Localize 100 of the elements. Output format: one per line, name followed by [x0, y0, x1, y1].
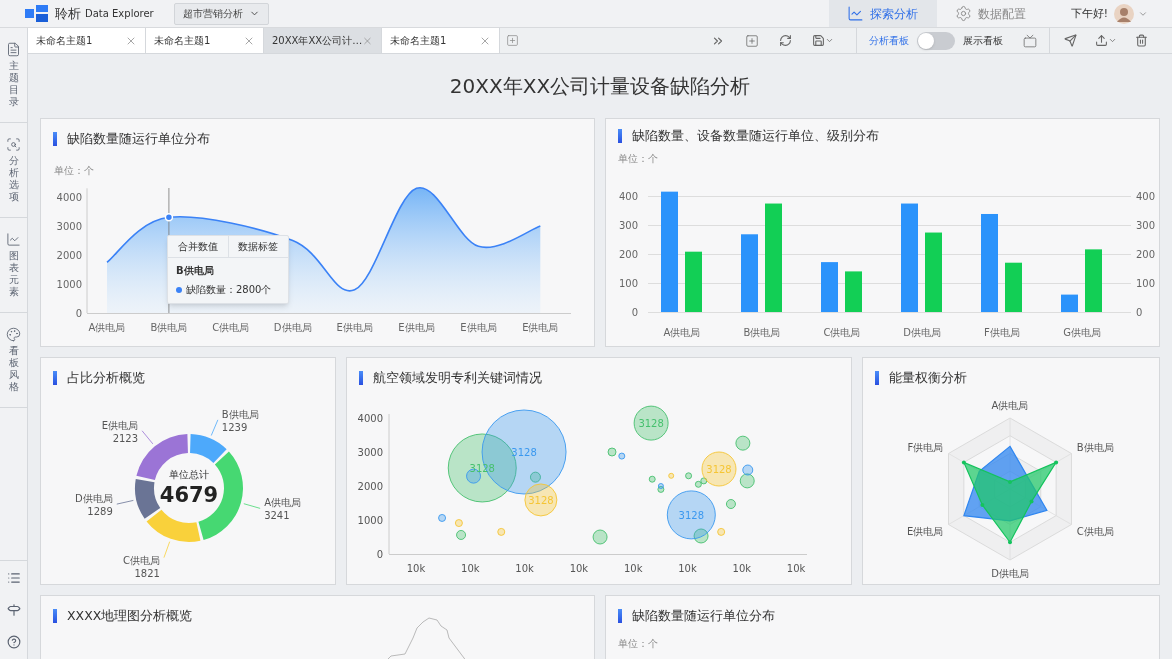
trash-icon[interactable] [1135, 34, 1148, 47]
sidebar-button[interactable]: 看板风格 [3, 327, 24, 393]
bar [1085, 249, 1102, 312]
bubble [726, 499, 736, 509]
title-marker [359, 371, 363, 385]
bar [685, 251, 702, 312]
y-tick-label: 4000 [56, 192, 82, 203]
list-icon[interactable] [6, 571, 21, 585]
share-icon[interactable] [1095, 34, 1117, 47]
unit-label: 单位：个 [618, 153, 658, 165]
x-tick-label: B供电局 [743, 327, 781, 338]
document-tab[interactable]: 未命名主题1 [382, 28, 500, 53]
x-tick-label: G供电局 [1063, 327, 1101, 338]
leader-line [243, 503, 261, 509]
tooltip-tab[interactable]: 合并数值 [168, 236, 228, 257]
bar [845, 271, 862, 312]
card-title: 缺陷数量、设备数量随运行单位、级别分布 [632, 126, 879, 145]
y-tick-label: 200 [618, 249, 638, 260]
tooltip-value: 缺陷数量：2800个 [186, 283, 272, 297]
document-tab[interactable]: 未命名主题1 [146, 28, 264, 53]
x-tick-label: F供电局 [984, 327, 1020, 338]
leader-line [163, 541, 171, 559]
tooltip-tab[interactable]: 数据标签 [227, 236, 288, 257]
sidebar-button[interactable]: 分析选项 [3, 137, 24, 203]
x-tick-label: 10k [515, 563, 534, 574]
axis-label: C供电局 [1076, 526, 1114, 537]
leader-line [116, 500, 134, 505]
title-marker [53, 609, 57, 623]
y-tick-label: 0 [631, 307, 638, 318]
add-icon[interactable] [745, 33, 759, 48]
y-tick-label: 3000 [357, 447, 383, 458]
x-tick-label: E供电局 [336, 322, 373, 333]
sidebar-icon [6, 137, 21, 152]
y-tick-label: 4000 [357, 413, 383, 424]
document-tab[interactable]: 未命名主题1 [28, 28, 146, 53]
sidebar-button[interactable]: 图表元素 [3, 232, 24, 298]
axis-label: D供电局 [991, 568, 1029, 579]
x-tick-label: D供电局 [903, 327, 941, 338]
bubble-label: 3128 [469, 463, 495, 474]
logo-icon [25, 4, 49, 23]
axis-label: E供电局 [906, 526, 944, 537]
signpost-icon[interactable] [6, 603, 21, 617]
unit-label: 单位：个 [54, 165, 94, 176]
data-point[interactable] [164, 213, 174, 222]
bubble-label: 3128 [706, 464, 732, 475]
x-tick-label: C供电局 [212, 322, 250, 333]
x-tick-label: A供电局 [663, 327, 701, 338]
x-tick-label: 10k [678, 563, 697, 574]
bubble-label: 3128 [638, 418, 664, 430]
x-tick-label: 10k [732, 563, 752, 574]
tooltip-title: B供电局 [176, 264, 215, 278]
title-marker [53, 371, 57, 385]
bubble [739, 473, 755, 489]
x-tick-label: 10k [786, 563, 806, 574]
y-tick-label: 300 [618, 220, 638, 231]
y-tick-label: 400 [618, 191, 638, 202]
title-marker [875, 371, 879, 385]
center-value: 4679 [159, 483, 219, 507]
chart-icon [847, 5, 865, 22]
y-tick-label: 0 [75, 308, 82, 319]
bubble-label: 3128 [511, 447, 537, 458]
settings-icon [955, 5, 973, 22]
send-icon[interactable] [1064, 34, 1077, 47]
view-toggle[interactable] [917, 31, 955, 50]
x-tick-label: E供电局 [522, 322, 559, 333]
sidebar-button[interactable]: 主题目录 [3, 42, 24, 108]
slice-value: 1289 [87, 506, 113, 518]
add-tab-icon[interactable] [506, 34, 519, 47]
unit-label: 单位：个 [618, 637, 658, 651]
x-tick-label: 10k [406, 563, 426, 574]
screen-icon[interactable] [1023, 33, 1037, 48]
card-title: 航空领域发明专利关键词情况 [373, 368, 542, 387]
avatar[interactable] [1114, 3, 1134, 24]
project-dropdown[interactable]: 超市营销分析 [173, 2, 269, 25]
y-tick-label: 300 [1136, 220, 1156, 231]
help-icon[interactable] [6, 635, 21, 649]
sidebar-icon [6, 42, 21, 57]
save-icon[interactable] [812, 34, 834, 47]
title-marker [618, 129, 622, 143]
refresh-icon[interactable] [779, 34, 792, 47]
slice-value: 1239 [221, 421, 248, 433]
view-mode-tab[interactable]: 展示看板 [963, 33, 1003, 48]
view-mode-tab[interactable]: 分析看板 [869, 33, 909, 48]
slice-label: B供电局 [221, 408, 259, 420]
bubble-label: 3128 [528, 494, 554, 506]
sidebar-icon [6, 232, 21, 247]
nav-tab[interactable]: 探索分析 [828, 0, 937, 27]
bubble [633, 405, 669, 441]
dashboard-title: 20XX年XX公司计量设备缺陷分析 [449, 73, 751, 100]
center-label: 单位总计 [169, 469, 209, 480]
greeting: 下午好! [1070, 5, 1108, 21]
x-tick-label: E供电局 [398, 322, 435, 333]
bubble [497, 527, 506, 536]
document-tab[interactable]: 20XX年XX公司计… [264, 28, 382, 53]
x-tick-label: A供电局 [88, 322, 126, 333]
bar [821, 262, 838, 312]
y-tick-label: 0 [376, 549, 383, 560]
sidebar-icon [6, 327, 21, 342]
card-title: XXXX地理图分析概览 [67, 606, 193, 625]
card-title: 占比分析概览 [67, 368, 145, 387]
